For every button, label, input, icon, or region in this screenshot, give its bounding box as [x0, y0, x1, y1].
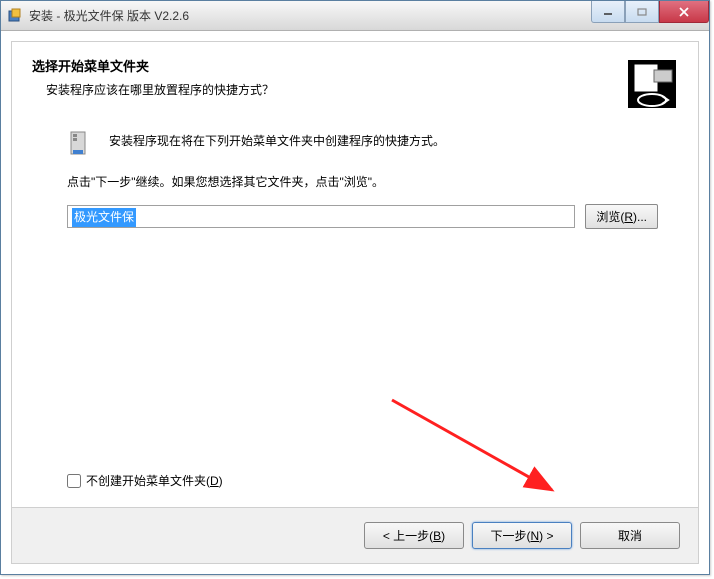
page-subtitle: 安装程序应该在哪里放置程序的快捷方式？ [32, 81, 678, 98]
folder-input-row: 极光文件保 浏览(R)... [67, 204, 658, 229]
browse-button[interactable]: 浏览(R)... [585, 204, 658, 229]
red-arrow-annotation [382, 390, 582, 510]
cancel-button[interactable]: 取消 [580, 522, 680, 549]
window-controls [591, 1, 709, 23]
next-button[interactable]: 下一步(N) > [472, 522, 572, 549]
instruction-text-2: 点击"下一步"继续。如果您想选择其它文件夹，点击"浏览"。 [67, 173, 658, 190]
skip-startmenu-row: 不创建开始菜单文件夹(D) [67, 472, 223, 489]
back-button[interactable]: < 上一步(B) [364, 522, 464, 549]
folder-input-selected-text: 极光文件保 [72, 208, 136, 227]
content-area: 选择开始菜单文件夹 安装程序应该在哪里放置程序的快捷方式？ [1, 31, 709, 574]
skip-startmenu-checkbox[interactable] [67, 474, 81, 488]
header-section: 选择开始菜单文件夹 安装程序应该在哪里放置程序的快捷方式？ [12, 42, 698, 110]
body-section: 安装程序现在将在下列开始菜单文件夹中创建程序的快捷方式。 点击"下一步"继续。如… [12, 110, 698, 507]
window-title: 安装 - 极光文件保 版本 V2.2.6 [29, 7, 189, 24]
instruction-text-1: 安装程序现在将在下列开始菜单文件夹中创建程序的快捷方式。 [109, 124, 658, 149]
app-icon [7, 8, 23, 24]
page-title: 选择开始菜单文件夹 [32, 56, 678, 75]
minimize-button[interactable] [591, 1, 625, 23]
maximize-button[interactable] [625, 1, 659, 23]
close-button[interactable] [659, 1, 709, 23]
footer-section: < 上一步(B) 下一步(N) > 取消 [12, 507, 698, 563]
folder-input[interactable]: 极光文件保 [67, 205, 575, 228]
skip-startmenu-label[interactable]: 不创建开始菜单文件夹(D) [86, 472, 223, 489]
inner-panel: 选择开始菜单文件夹 安装程序应该在哪里放置程序的快捷方式？ [11, 41, 699, 564]
start-menu-icon [67, 128, 99, 160]
titlebar[interactable]: 安装 - 极光文件保 版本 V2.2.6 [1, 1, 709, 31]
installer-window: 安装 - 极光文件保 版本 V2.2.6 选择开始菜单文件夹 安装程序应该在哪里… [0, 0, 710, 575]
installer-disk-icon [624, 56, 680, 112]
